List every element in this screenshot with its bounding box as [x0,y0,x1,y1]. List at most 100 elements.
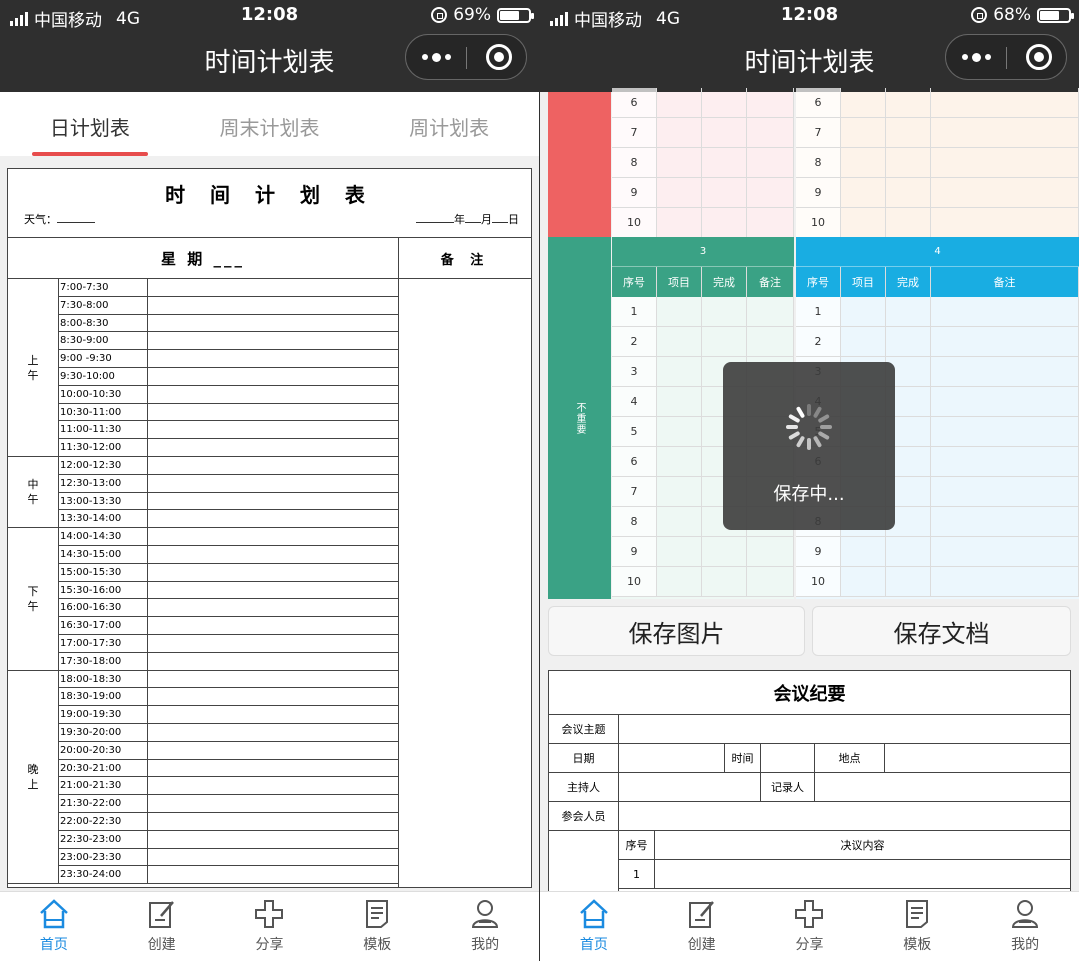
time-slot-row[interactable]: 18:00-18:30 [58,670,398,689]
time-slot-row[interactable]: 22:00-22:30 [58,813,398,831]
table-cell[interactable] [657,477,702,506]
time-slot-row[interactable]: 16:30-17:00 [58,617,398,635]
topic-input[interactable] [619,715,1070,743]
table-cell[interactable] [841,88,886,117]
table-cell[interactable] [657,447,702,476]
place-input[interactable] [885,744,1070,772]
tab-share[interactable]: 分享 [216,892,324,961]
time-slot-row[interactable]: 21:00-21:30 [58,777,398,796]
attendees-input[interactable] [619,802,1070,830]
time-slot-row[interactable]: 17:30-18:00 [58,652,398,671]
table-cell[interactable] [931,178,1079,207]
time-slot-row[interactable]: 22:30-23:00 [58,830,398,849]
table-cell[interactable] [931,297,1079,326]
table-cell[interactable] [841,118,886,147]
table-cell[interactable] [931,357,1079,386]
table-cell[interactable] [657,327,702,356]
time-slot-row[interactable]: 20:30-21:00 [58,759,398,778]
table-cell[interactable] [886,537,931,566]
tab-weekend[interactable]: 周末计划表 [180,92,360,156]
table-cell[interactable] [657,357,702,386]
table-cell[interactable] [702,88,747,117]
table-cell[interactable] [886,118,931,147]
table-cell[interactable] [702,118,747,147]
table-cell[interactable] [657,148,702,177]
time-slot-row[interactable]: 23:00-23:30 [58,848,398,867]
time-slot-row[interactable]: 15:00-15:30 [58,563,398,582]
time-slot-row[interactable]: 23:30-24:00 [58,866,398,885]
time-slot-row[interactable]: 7:30-8:00 [58,296,398,315]
table-cell[interactable] [931,327,1079,356]
table-cell[interactable] [747,327,794,356]
table-cell[interactable] [931,148,1079,177]
table-cell[interactable] [886,88,931,117]
time-slot-row[interactable]: 8:30-9:00 [58,332,398,351]
table-cell[interactable] [886,208,931,237]
save-document-button[interactable]: 保存文档 [812,606,1071,656]
table-cell[interactable] [931,477,1079,506]
table-cell[interactable] [931,208,1079,237]
remark-column[interactable] [398,279,531,887]
table-cell[interactable] [931,88,1079,117]
table-cell[interactable] [931,417,1079,446]
close-mini-program-icon[interactable] [1026,44,1052,70]
time-slot-row[interactable]: 10:30-11:00 [58,403,398,422]
time-slot-row[interactable]: 21:30-22:00 [58,795,398,813]
table-cell[interactable] [886,148,931,177]
time-slot-row[interactable]: 18:30-19:00 [58,688,398,707]
table-cell[interactable] [886,327,931,356]
time-input[interactable] [761,744,815,772]
resolution-input[interactable] [655,860,1070,888]
tab-template[interactable]: 模板 [863,892,971,961]
table-cell[interactable] [841,567,886,596]
close-mini-program-icon[interactable] [486,44,512,70]
tab-home[interactable]: 首页 [0,892,108,961]
table-cell[interactable] [702,208,747,237]
table-cell[interactable] [931,118,1079,147]
time-slot-row[interactable]: 20:00-20:30 [58,741,398,760]
table-cell[interactable] [702,567,747,596]
table-cell[interactable] [657,507,702,536]
table-cell[interactable] [657,537,702,566]
table-cell[interactable] [747,567,794,596]
table-cell[interactable] [747,88,794,117]
table-cell[interactable] [747,537,794,566]
tab-profile[interactable]: 我的 [971,892,1079,961]
table-cell[interactable] [886,567,931,596]
table-cell[interactable] [657,567,702,596]
save-image-button[interactable]: 保存图片 [548,606,805,656]
table-cell[interactable] [931,567,1079,596]
time-slot-row[interactable]: 9:30-10:00 [58,368,398,386]
time-slot-row[interactable]: 7:00-7:30 [58,279,398,297]
time-slot-row[interactable]: 14:00-14:30 [58,528,398,546]
host-input[interactable] [619,773,761,801]
time-slot-row[interactable]: 16:00-16:30 [58,599,398,618]
tab-home[interactable]: 首页 [540,892,648,961]
table-cell[interactable] [931,447,1079,476]
time-slot-row[interactable]: 12:30-13:00 [58,474,398,493]
time-slot-row[interactable]: 11:00-11:30 [58,421,398,440]
table-cell[interactable] [702,178,747,207]
time-slot-row[interactable]: 11:30-12:00 [58,439,398,457]
time-slot-row[interactable]: 12:00-12:30 [58,457,398,475]
table-cell[interactable] [747,178,794,207]
weather-field[interactable]: 天气： [24,211,95,227]
time-slot-row[interactable]: 14:30-15:00 [58,546,398,564]
table-cell[interactable] [841,327,886,356]
table-cell[interactable] [657,88,702,117]
tab-daily[interactable]: 日计划表 [0,92,180,156]
table-cell[interactable] [841,148,886,177]
time-slot-row[interactable]: 9:00 -9:30 [58,350,398,368]
tab-weekly[interactable]: 周计划表 [359,92,539,156]
tab-create[interactable]: 创建 [108,892,216,961]
time-slot-row[interactable]: 15:30-16:00 [58,581,398,600]
table-cell[interactable] [931,387,1079,416]
time-slot-row[interactable]: 17:00-17:30 [58,635,398,653]
time-slot-row[interactable]: 19:00-19:30 [58,706,398,724]
table-cell[interactable] [657,297,702,326]
table-cell[interactable] [886,297,931,326]
table-cell[interactable] [657,417,702,446]
table-cell[interactable] [747,148,794,177]
table-cell[interactable] [657,118,702,147]
table-cell[interactable] [841,178,886,207]
